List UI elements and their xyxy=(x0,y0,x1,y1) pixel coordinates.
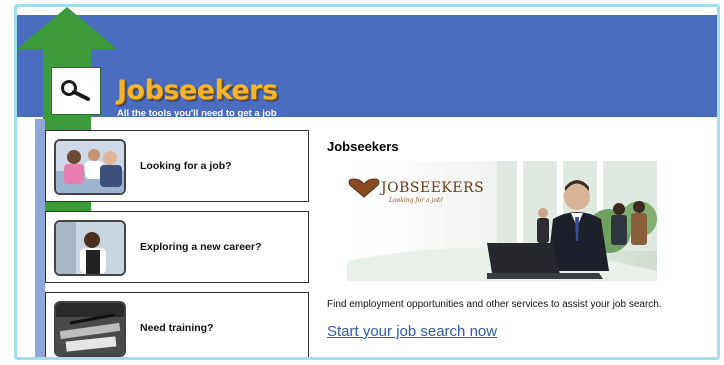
side-stripe xyxy=(35,119,45,357)
description-text: Find employment opportunities and other … xyxy=(327,299,662,310)
training-photo-thumbnail xyxy=(54,301,126,357)
banner-logo-text: JOBSEEKERS xyxy=(381,180,485,196)
header-banner: Jobseekers All the tools you'll need to … xyxy=(17,15,717,119)
banner-logo: JOBSEEKERS xyxy=(347,177,484,199)
magnifier-icon xyxy=(51,67,101,115)
menu-card-looking-for-job[interactable]: Looking for a job? xyxy=(45,130,309,202)
menu-card-new-career[interactable]: Exploring a new career? xyxy=(45,211,309,283)
banner-subtitle: Looking for a job! xyxy=(389,197,444,204)
page-frame: Jobseekers All the tools you'll need to … xyxy=(14,4,720,360)
people-photo-thumbnail xyxy=(54,139,126,195)
start-job-search-link[interactable]: Start your job search now xyxy=(327,323,497,340)
menu-label-looking-for-job: Looking for a job? xyxy=(140,160,232,172)
green-arrow-head xyxy=(17,7,117,49)
jobseekers-banner-image: JOBSEEKERS Looking for a job! xyxy=(347,161,657,281)
menu-label-need-training: Need training? xyxy=(140,322,214,334)
site-tagline: All the tools you'll need to get a job xyxy=(117,108,277,119)
menu-label-new-career: Exploring a new career? xyxy=(140,241,262,253)
main-heading: Jobseekers xyxy=(327,139,399,154)
career-photo-thumbnail xyxy=(54,220,126,276)
site-title: Jobseekers xyxy=(117,75,278,106)
menu-card-need-training[interactable]: Need training? xyxy=(45,292,309,357)
leather-heart-icon xyxy=(348,178,380,198)
